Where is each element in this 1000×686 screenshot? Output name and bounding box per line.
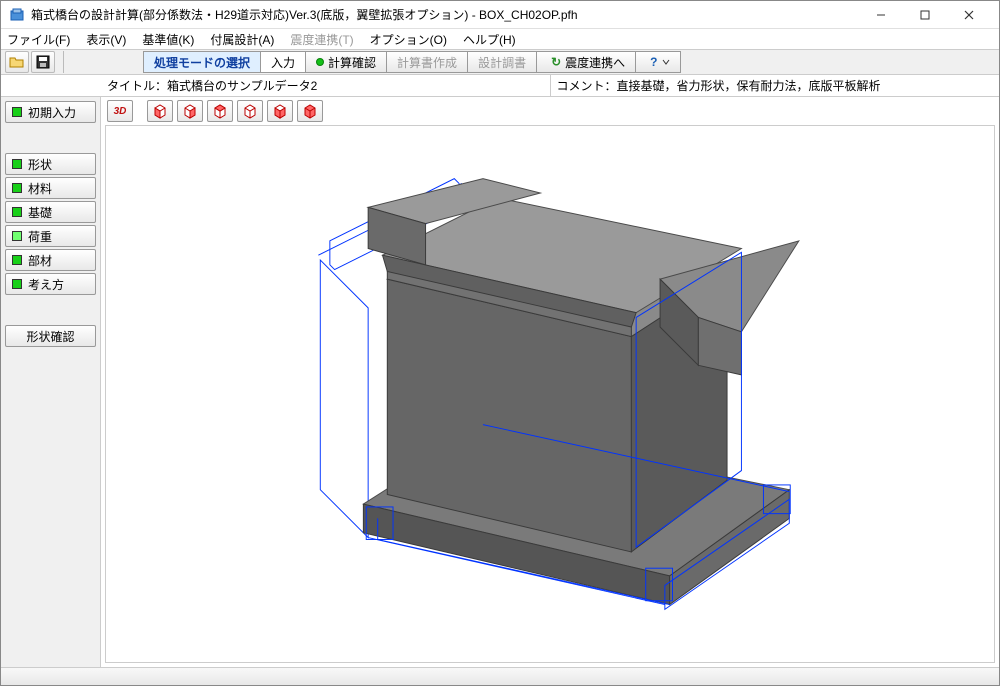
- window-title: 箱式橋台の設計計算(部分係数法・H29道示対応)Ver.3(底版，翼壁拡張オプシ…: [31, 6, 859, 23]
- sidebar-concept[interactable]: 考え方: [5, 273, 96, 295]
- menu-standard[interactable]: 基準値(K): [140, 30, 196, 49]
- title-field: タイトル： 箱式橋台のサンプルデータ2: [101, 75, 551, 96]
- folder-open-icon: [9, 55, 25, 69]
- sidebar-concept-label: 考え方: [28, 276, 64, 293]
- statusbar: [1, 667, 999, 685]
- window-controls: [859, 2, 991, 28]
- status-square-icon: [12, 207, 22, 217]
- sidebar-shape[interactable]: 形状: [5, 153, 96, 175]
- body: 初期入力 形状 材料 基礎 荷重 部材 考え方 形状確認 3D: [1, 97, 999, 667]
- cube-back-icon: [182, 103, 198, 119]
- sidebar: 初期入力 形状 材料 基礎 荷重 部材 考え方 形状確認: [1, 97, 101, 667]
- status-dot-icon: [316, 58, 324, 66]
- menu-options[interactable]: オプション(O): [368, 30, 449, 49]
- app-window: 箱式橋台の設計計算(部分係数法・H29道示対応)Ver.3(底版，翼壁拡張オプシ…: [0, 0, 1000, 686]
- 3d-viewport[interactable]: [105, 125, 995, 663]
- help-icon: ?: [646, 55, 661, 69]
- status-square-icon: [12, 279, 22, 289]
- sidebar-load[interactable]: 荷重: [5, 225, 96, 247]
- cube-right-icon: [242, 103, 258, 119]
- view-left-button[interactable]: [207, 100, 233, 122]
- comment-field: コメント： 直接基礎，省力形状，保有耐力法，底版平板解析: [551, 75, 1000, 96]
- sidebar-shape-label: 形状: [28, 156, 52, 173]
- sidebar-shape-confirm-label: 形状確認: [26, 328, 74, 345]
- tab-report[interactable]: 計算書作成: [386, 51, 468, 73]
- view-front-button[interactable]: [147, 100, 173, 122]
- refresh-icon: ↻: [547, 55, 565, 69]
- comment-label: コメント：: [557, 77, 617, 94]
- menu-view[interactable]: 表示(V): [84, 30, 128, 49]
- titlebar: 箱式橋台の設計計算(部分係数法・H29道示対応)Ver.3(底版，翼壁拡張オプシ…: [1, 1, 999, 29]
- sidebar-shape-confirm[interactable]: 形状確認: [5, 325, 96, 347]
- model-render: [106, 126, 994, 662]
- sidebar-material-label: 材料: [28, 180, 52, 197]
- view-toolbar: 3D: [101, 97, 999, 125]
- menubar: ファイル(F) 表示(V) 基準値(K) 付属設計(A) 震度連携(T) オプシ…: [1, 29, 999, 49]
- close-button[interactable]: [947, 2, 991, 28]
- cube-left-icon: [212, 103, 228, 119]
- view-right-button[interactable]: [237, 100, 263, 122]
- tab-help[interactable]: ?: [635, 51, 680, 73]
- sidebar-member-label: 部材: [28, 252, 52, 269]
- cube-bottom-icon: [302, 103, 318, 119]
- tab-input[interactable]: 入力: [260, 51, 306, 73]
- save-button[interactable]: [31, 51, 55, 73]
- menu-file[interactable]: ファイル(F): [5, 30, 72, 49]
- floppy-icon: [36, 55, 50, 69]
- canvas-area: 3D: [101, 97, 999, 667]
- sidebar-load-label: 荷重: [28, 228, 52, 245]
- tab-check[interactable]: 計算確認: [305, 51, 387, 73]
- view-back-button[interactable]: [177, 100, 203, 122]
- view-3d-button[interactable]: 3D: [107, 100, 133, 122]
- status-square-icon: [12, 255, 22, 265]
- title-label: タイトル：: [107, 77, 167, 94]
- chevron-down-icon: [662, 58, 670, 66]
- tab-mode-select[interactable]: 処理モードの選択: [143, 51, 261, 73]
- toolbar-separator: [63, 51, 65, 73]
- open-button[interactable]: [5, 51, 29, 73]
- menu-attach[interactable]: 付属設計(A): [208, 30, 276, 49]
- sidebar-member[interactable]: 部材: [5, 249, 96, 271]
- view-top-button[interactable]: [267, 100, 293, 122]
- tab-seismic-link[interactable]: ↻震度連携へ: [536, 51, 636, 73]
- sidebar-initial[interactable]: 初期入力: [5, 101, 96, 123]
- main-toolbar: 処理モードの選択 入力 計算確認 計算書作成 設計調書 ↻震度連携へ ?: [1, 49, 999, 75]
- app-icon: [9, 7, 25, 23]
- tab-adjust[interactable]: 設計調書: [467, 51, 537, 73]
- sidebar-foundation-label: 基礎: [28, 204, 52, 221]
- status-square-icon: [12, 183, 22, 193]
- sidebar-initial-label: 初期入力: [28, 104, 76, 121]
- view-bottom-button[interactable]: [297, 100, 323, 122]
- minimize-button[interactable]: [859, 2, 903, 28]
- status-square-icon: [12, 231, 22, 241]
- tab-check-label: 計算確認: [328, 54, 376, 71]
- maximize-button[interactable]: [903, 2, 947, 28]
- status-square-icon: [12, 107, 22, 117]
- status-square-icon: [12, 159, 22, 169]
- comment-value: 直接基礎，省力形状，保有耐力法，底版平板解析: [617, 77, 881, 94]
- tab-seismic-label: 震度連携へ: [565, 54, 625, 71]
- info-bar: タイトル： 箱式橋台のサンプルデータ2 コメント： 直接基礎，省力形状，保有耐力…: [1, 75, 999, 97]
- mode-tabs: 処理モードの選択 入力 計算確認 計算書作成 設計調書 ↻震度連携へ ?: [143, 51, 680, 73]
- menu-help[interactable]: ヘルプ(H): [461, 30, 518, 49]
- menu-seismic[interactable]: 震度連携(T): [288, 30, 355, 49]
- cube-front-icon: [152, 103, 168, 119]
- cube-top-icon: [272, 103, 288, 119]
- sidebar-material[interactable]: 材料: [5, 177, 96, 199]
- sidebar-foundation[interactable]: 基礎: [5, 201, 96, 223]
- title-value: 箱式橋台のサンプルデータ2: [167, 77, 317, 94]
